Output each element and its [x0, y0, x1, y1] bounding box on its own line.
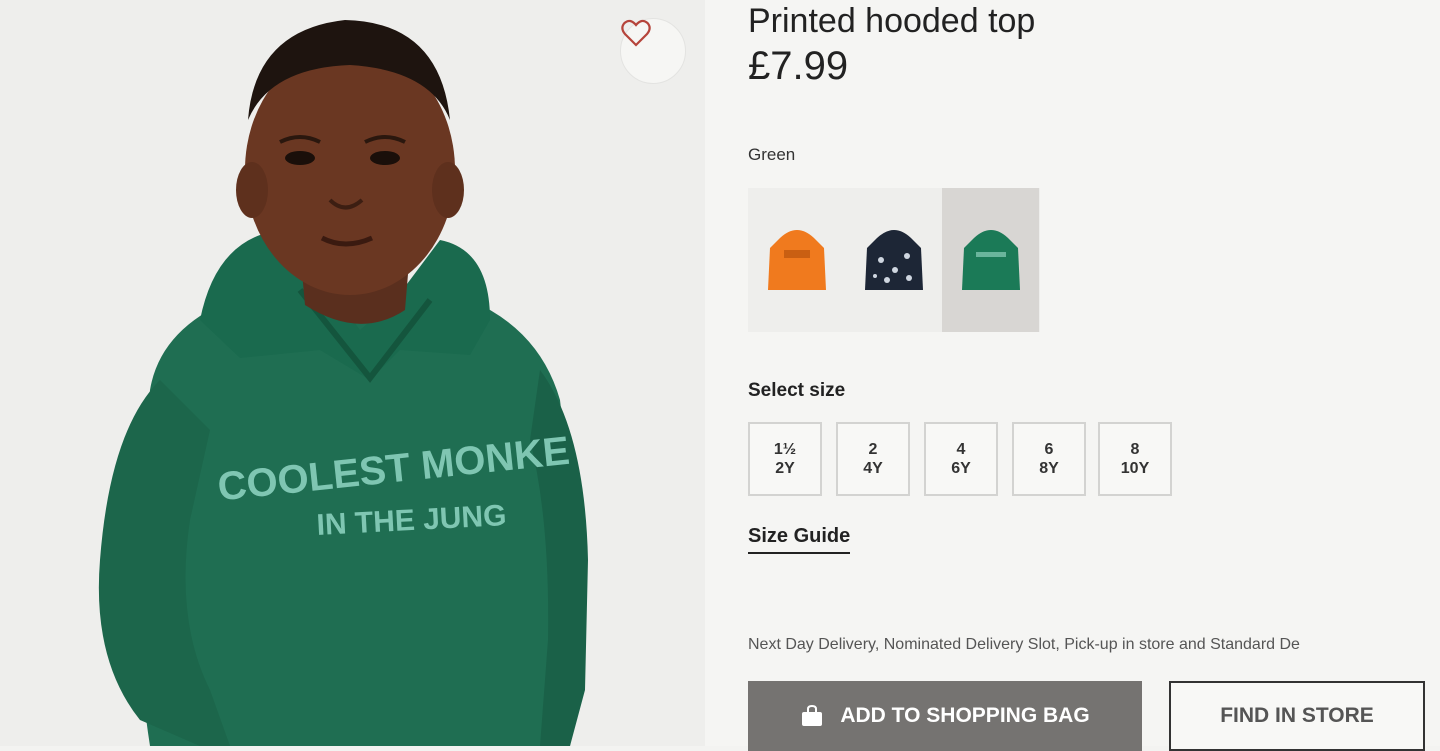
orange-hoodie-thumbnail [767, 230, 826, 290]
product-title: Printed hooded top [748, 2, 1036, 40]
navy-hoodie-thumbnail [864, 230, 923, 290]
selected-color-label: Green [748, 145, 796, 164]
size-line2: 10Y [1120, 460, 1150, 477]
add-to-bag-button[interactable]: ADD TO SHOPPING BAG [748, 681, 1142, 751]
color-swatches [748, 188, 1040, 332]
heart-icon [621, 19, 651, 47]
size-line2: 4Y [863, 460, 883, 477]
favorite-button[interactable] [620, 18, 686, 84]
find-in-store-label: FIND IN STORE [1220, 704, 1374, 727]
select-size-label: Select size [748, 380, 846, 401]
size-options: 1½ 2Y 2 4Y 4 6Y 6 8Y 8 10Y [748, 422, 1186, 496]
swatch-orange[interactable] [748, 188, 845, 332]
size-line1: 8 [1130, 441, 1140, 458]
add-to-bag-label: ADD TO SHOPPING BAG [840, 704, 1090, 727]
find-in-store-button[interactable]: FIND IN STORE [1169, 681, 1425, 751]
size-line1: 1½ [773, 441, 797, 458]
size-option-2y[interactable]: 1½ 2Y [748, 422, 822, 496]
size-line1: 4 [956, 441, 966, 458]
product-details: Printed hooded top £7.99 Green Select si… [705, 0, 1440, 751]
size-option-6y[interactable]: 4 6Y [924, 422, 998, 496]
size-option-10y[interactable]: 8 10Y [1098, 422, 1172, 496]
product-price: £7.99 [748, 44, 849, 88]
size-line1: 6 [1044, 441, 1054, 458]
swatch-green[interactable] [942, 188, 1039, 332]
product-image: COOLEST MONKE IN THE JUNG [0, 0, 705, 746]
model-photo: COOLEST MONKE IN THE JUNG [0, 0, 705, 746]
size-line2: 2Y [775, 460, 795, 477]
size-line2: 6Y [951, 460, 971, 477]
size-guide-link[interactable]: Size Guide [748, 525, 851, 554]
size-line2: 8Y [1039, 460, 1059, 477]
size-option-4y[interactable]: 2 4Y [836, 422, 910, 496]
swatch-navy-print[interactable] [845, 188, 942, 332]
shopping-bag-icon [800, 705, 824, 727]
delivery-info: Next Day Delivery, Nominated Delivery Sl… [748, 636, 1300, 653]
green-hoodie-thumbnail [961, 230, 1020, 290]
size-option-8y[interactable]: 6 8Y [1012, 422, 1086, 496]
size-line1: 2 [868, 441, 878, 458]
